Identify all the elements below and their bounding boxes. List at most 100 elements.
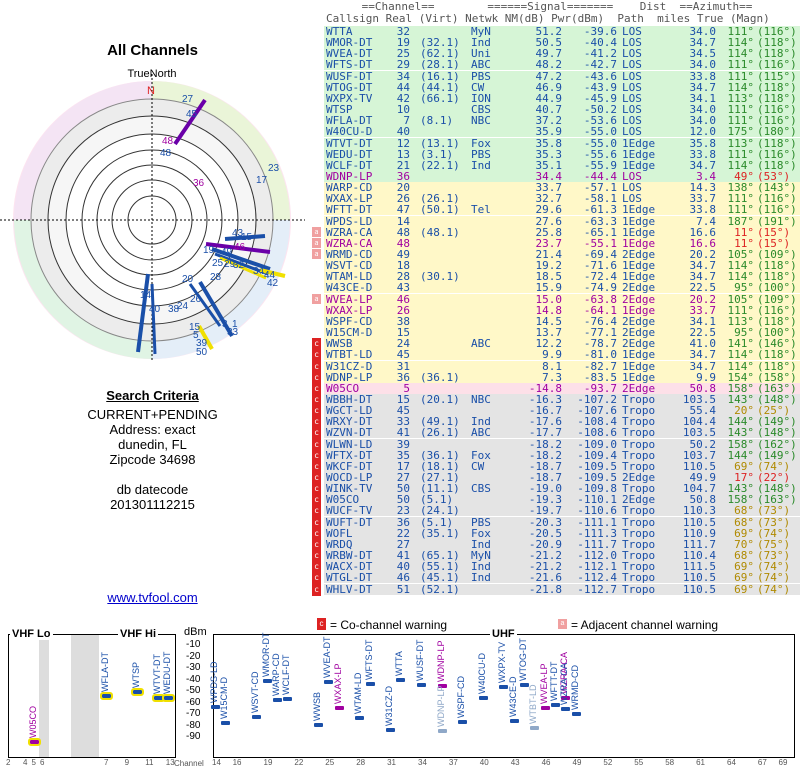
website-link[interactable]: www.tvfool.com xyxy=(0,590,305,605)
signal-bar xyxy=(396,678,406,683)
page-title: All Channels xyxy=(107,42,198,59)
table-row: WVEA-LP 46 15.0 -63.8 2Edge 20.2 105° (109°) xyxy=(324,293,800,305)
table-row: WUSF-DT 34 (16.1) PBS 47.2 -43.6 LOS 33.8 111° (1… xyxy=(324,70,800,82)
svg-text:1: 1 xyxy=(232,319,238,330)
signal-bar-label: WTOG-DT xyxy=(518,638,528,681)
table-row: WPDS-LD 14 27.6 -63.3 1Edge 7.4 187° (191°) xyxy=(324,215,800,227)
table-row: WBBH-DT 15 (20.1) NBC -16.3 -107.2 Tropo 103.5 1… xyxy=(324,393,800,405)
svg-text:42: 42 xyxy=(267,278,279,289)
y-tick-label: -90 xyxy=(186,731,201,742)
signal-bar-label: W31CZ-D xyxy=(384,685,395,726)
adjacent-channel-warning-icon: a xyxy=(312,293,321,304)
uhf-tick-label: 37 xyxy=(448,758,458,767)
signal-bar-label: WFTT-DT xyxy=(548,661,559,701)
table-row: WFTT-DT 47 (50.1) Tel 29.6 -61.3 1Edge 33.8 111°… xyxy=(324,204,800,216)
svg-text:48: 48 xyxy=(160,148,172,159)
signal-bar-label: WTBT-LD xyxy=(528,684,539,724)
y-tick-label: -60 xyxy=(186,696,201,708)
cell-callsign: WHLV-DT xyxy=(326,582,373,596)
signal-bar xyxy=(386,727,396,732)
signal-bar xyxy=(221,721,231,726)
signal-bar xyxy=(478,695,488,700)
svg-text:26: 26 xyxy=(190,294,202,305)
signal-bar xyxy=(314,723,323,727)
signal-bar-label: W05CO xyxy=(27,706,38,739)
table-row: WUFT-DT 36 (5.1) PBS -20.3 -111.1 Tropo 110.5 68… xyxy=(324,516,800,528)
svg-text:28: 28 xyxy=(210,272,222,283)
signal-bar xyxy=(540,705,550,710)
signal-bar xyxy=(561,707,571,712)
table-row: WTGL-DT 46 (45.1) Ind -21.6 -112.4 Tropo 110.5 6… xyxy=(324,572,800,584)
signal-bar-label: WTVT-DT xyxy=(151,653,162,694)
y-tick-label: -40 xyxy=(186,673,201,685)
adjacent-channel-warning-icon: a xyxy=(312,226,321,237)
signal-bar-label: WWSB xyxy=(312,692,322,721)
signal-bar xyxy=(283,696,293,701)
signal-bar-label: WDNP-LP xyxy=(435,640,446,682)
polar-plot: TrueNorth N 2745 4848 36 1723 4315 19 49 … xyxy=(0,68,305,362)
table-row: WDNP-LP 36 (36.1) 7.3 -83.5 1Edge 9.9 154° (158°… xyxy=(324,371,800,383)
vhf-tick-label: 13 xyxy=(165,758,175,767)
uhf-tick-label: 40 xyxy=(479,758,489,767)
uhf-tick-label: 69 xyxy=(778,758,788,767)
criteria-datecode-label: db datecode xyxy=(116,482,189,497)
signal-bar-label: WTTA xyxy=(394,651,405,677)
cell-path-type: Tropo xyxy=(622,582,656,596)
adjacent-channel-mark: a xyxy=(558,619,567,629)
y-tick-label: -20 xyxy=(186,650,201,662)
channel-axis-label: Channel xyxy=(174,759,204,768)
uhf-tick-label: 61 xyxy=(696,758,705,767)
signal-bar-label: WFTS-DT xyxy=(363,639,374,680)
table-row: WACX-DT 40 (55.1) Ind -21.2 -112.1 Tropo 111.5 6… xyxy=(324,561,800,573)
svg-text:40: 40 xyxy=(149,304,161,315)
cell-signal-power: -112.7 xyxy=(577,582,617,596)
uhf-tick-label: 46 xyxy=(541,758,551,767)
signal-bar-label: WZRA-CA xyxy=(559,663,570,706)
uhf-tick-label: 64 xyxy=(727,758,736,767)
signal-bar xyxy=(324,679,334,684)
y-tick-label: -80 xyxy=(186,719,201,731)
signal-bar-label: WFLA-DT xyxy=(100,652,110,693)
signal-bar xyxy=(100,692,113,701)
signal-bar-label: WXAX-LP xyxy=(332,663,343,705)
vhf-tick-label: 4 xyxy=(23,758,28,767)
uhf-tick-label: 52 xyxy=(603,758,613,767)
vhf-tick-label: 6 xyxy=(40,758,45,767)
signal-bar-label: W40CU-D xyxy=(476,652,487,694)
y-tick-label: -10 xyxy=(186,639,201,650)
uhf-tick-label: 49 xyxy=(572,758,582,767)
signal-bar-label: WMOR-DT xyxy=(260,632,271,677)
uhf-tick-label: 58 xyxy=(665,758,675,767)
criteria-city: dunedin, FL xyxy=(118,437,187,452)
uhf-tick-label: 16 xyxy=(232,758,242,767)
uhf-tick-label: 43 xyxy=(510,758,520,767)
table-row: W40CU-D 40 35.9 -55.0 LOS 12.0 175° (180°) xyxy=(324,126,800,138)
table-row: WLWN-LD 39 -18.2 -109.0 Tropo 50.2 158° (162°) xyxy=(324,438,800,450)
left-panel: All Channels TrueNorth N 27 45 48 48 36 … xyxy=(0,0,305,610)
table-row: WFTX-DT 35 (36.1) Fox -18.2 -109.4 Tropo 103.7 1… xyxy=(324,449,800,461)
table-row: WSPF-CD 38 14.5 -76.4 2Edge 34.1 113° (118°) xyxy=(324,315,800,327)
vhf-tick-label: 2 xyxy=(6,758,11,767)
table-row: WTBT-LD 45 9.9 -81.0 1Edge 34.7 114° (118°) xyxy=(324,349,800,361)
north-marker: N xyxy=(147,85,155,97)
table-row: WOFL 22 (35.1) Fox -20.5 -111.3 Tropo 110.9 69°(… xyxy=(324,527,800,539)
table-row: WRDQ 27 Ind -20.9 -111.7 Tropo 111.7 70° (75°) xyxy=(324,538,800,550)
table-row: WKCF-DT 17 (18.1) CW -18.7 -109.5 Tropo 110.5 69… xyxy=(324,460,800,472)
criteria-zipcode: Zipcode 34698 xyxy=(109,452,196,467)
table-header-columns: Callsign Real (Virt) Netwk NM(dB) Pwr(dB… xyxy=(326,12,770,25)
svg-text:34: 34 xyxy=(253,266,265,277)
signal-bar xyxy=(27,738,41,747)
y-tick-label: -30 xyxy=(186,662,201,673)
signal-bar-label: WSPF-CD xyxy=(456,676,467,719)
criteria-mode: CURRENT+PENDING xyxy=(87,407,218,422)
signal-bar xyxy=(151,693,165,702)
signal-bar-label: WDNP-LP xyxy=(435,685,446,727)
svg-text:27: 27 xyxy=(182,94,194,105)
svg-text:25: 25 xyxy=(212,258,224,269)
y-tick-label: -70 xyxy=(186,708,201,719)
signal-bar-label: WEDU-DT xyxy=(161,651,172,695)
svg-text:20: 20 xyxy=(182,274,194,285)
svg-text:38: 38 xyxy=(168,304,180,315)
vhf-tick-label: 5 xyxy=(31,758,36,767)
table-row: WCLF-DT 21 (22.1) Ind 35.1 -55.9 1Edge 34.7 114°… xyxy=(324,159,800,171)
